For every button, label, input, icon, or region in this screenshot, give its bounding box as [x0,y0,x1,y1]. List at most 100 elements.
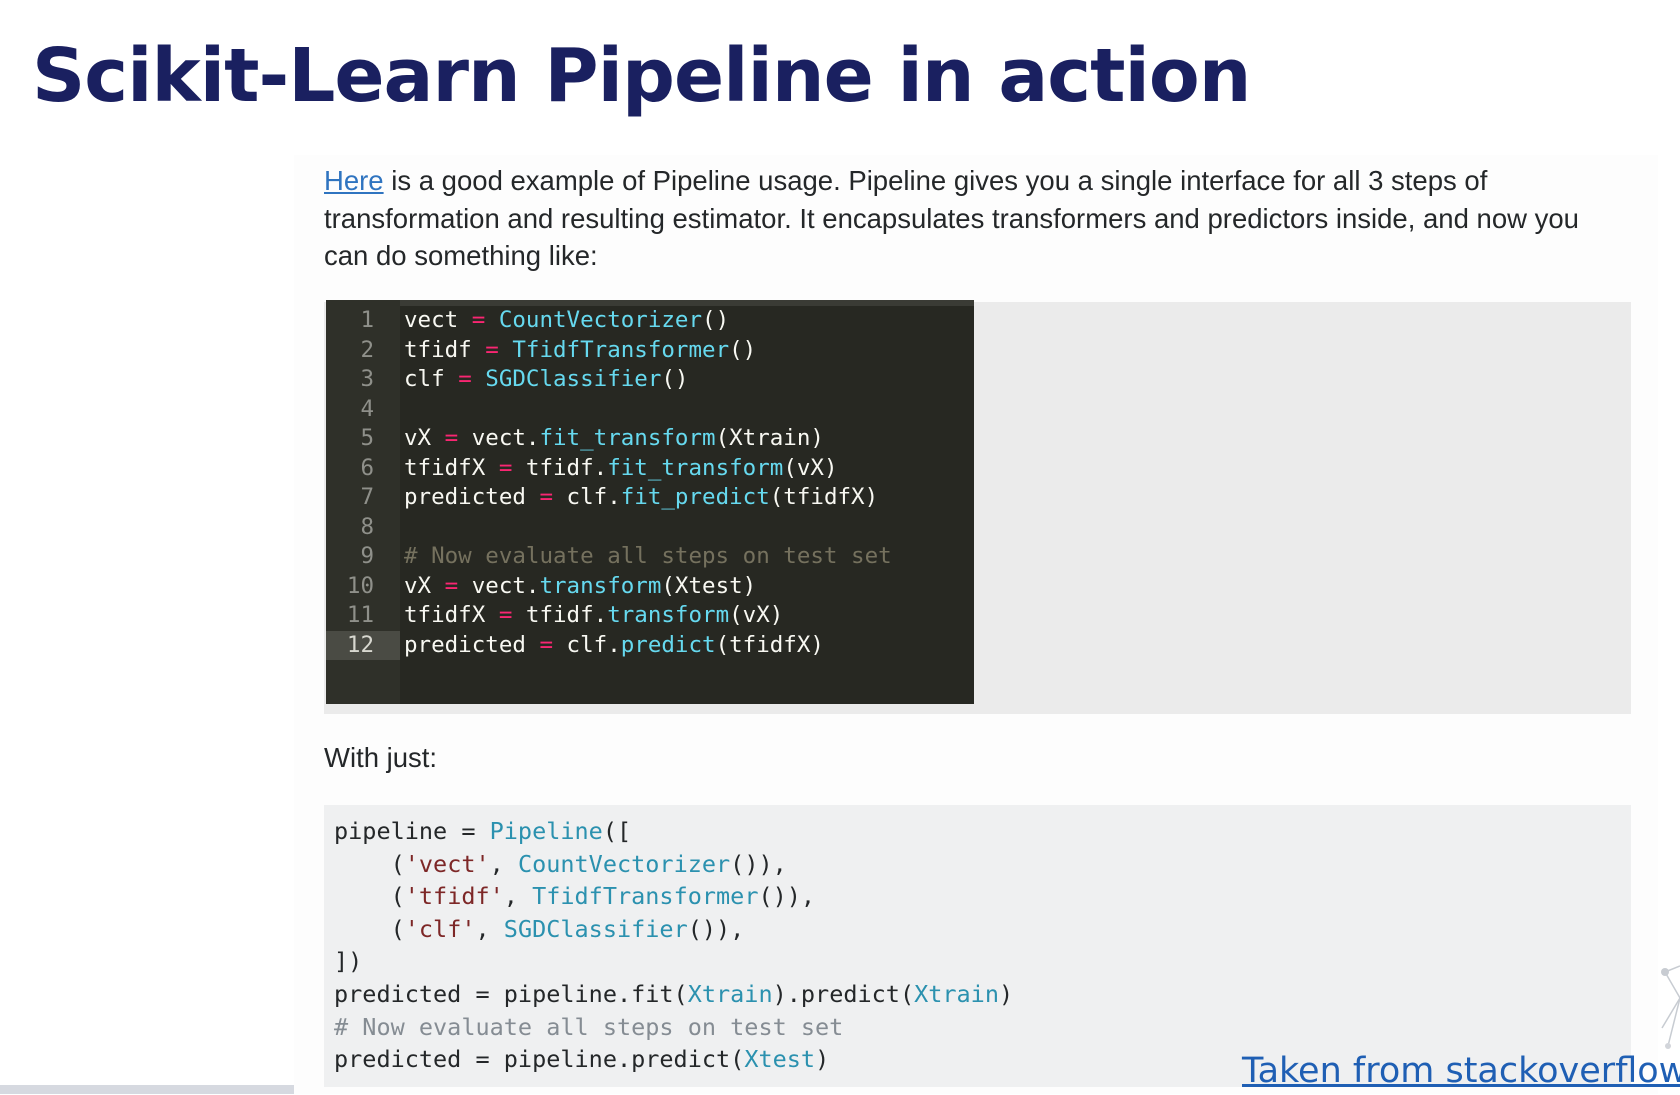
code-text: vX = vect.transform(Xtest) [404,572,756,602]
line-number: 10 [346,572,374,599]
code-token: fit_transform [539,425,716,451]
code-token: vect [404,307,472,333]
with-just-text: With just: [324,742,438,773]
slide-title: Scikit-Learn Pipeline in action [32,33,1251,119]
code-token: # Now evaluate all steps on test set [404,543,892,569]
code-text: predicted = clf.fit_predict(tfidfX) [404,483,878,513]
line-number: 3 [360,366,374,392]
code-token: TfidfTransformer [512,336,730,363]
editor-code-line: 11 tfidfX = tfidf.transform(vX) [326,601,974,631]
code-token: , [475,914,504,943]
code-token: (Xtrain) [715,425,824,451]
code-text: clf = SGDClassifier() [404,365,688,395]
code-token: () [661,366,689,392]
code-text: # Now evaluate all steps on test set [404,542,892,572]
editor-code-line: 10 vX = vect.transform(Xtest) [326,572,974,602]
code-token: predicted [404,484,540,510]
code-token: TfidfTransformer [532,882,759,911]
code-editor: 1 vect = CountVectorizer() 2 tfidf = TfidfT… [326,300,974,704]
code-token: ()), [730,849,787,878]
code-token: ) [998,979,1014,1008]
line-number: 8 [360,513,374,540]
code-token: = [539,484,554,510]
code-token: ( [334,849,405,878]
code-text: tfidfX = tfidf.transform(vX) [404,601,783,631]
code-token: CountVectorizer [517,849,731,878]
code-text: tfidfX = tfidf.fit_transform(vX) [404,454,838,484]
line-number: 9 [360,543,374,569]
code-token: predicted = pipeline.fit( [334,979,688,1008]
code-text: tfidf = TfidfTransformer() [404,336,756,366]
code-token: transform [539,572,662,599]
line-number: 6 [360,454,374,481]
code-token: (tfidfX) [769,484,879,510]
code-token: (vX) [729,602,784,628]
editor-code-line: 2 tfidf = TfidfTransformer() [326,336,974,366]
code-token: vX [404,572,445,599]
line-number: 2 [360,336,374,363]
code-text: vect = CountVectorizer() [404,306,729,336]
line-number: 12 [326,630,400,660]
code-token: transform [607,602,730,628]
editor-code-line: 1 vect = CountVectorizer() [326,306,974,336]
code-token: fit_predict [620,484,770,510]
code-token: = [498,602,513,628]
editor-code-line: 7 predicted = clf.fit_predict(tfidfX) [326,483,974,513]
code-token: predicted [404,631,540,658]
line-number: 11 [346,602,374,628]
pipeline-code-line: ('tfidf', TfidfTransformer()), [334,880,1013,913]
editor-code-line: 4 [326,395,974,425]
here-link[interactable]: Here [324,165,384,196]
code-token: = [539,631,554,658]
code-token: 'clf' [404,914,476,943]
code-token: # Now evaluate all steps on test set [334,1012,844,1041]
code-token: fit_transform [607,454,784,481]
intro-paragraph: Here is a good example of Pipeline usage… [324,162,1624,275]
code-text: predicted = clf.predict(tfidfX) [404,631,824,661]
code-token: tfidf. [512,602,608,628]
footer-bar [0,1085,294,1094]
pipeline-code-line: ]) [334,945,1013,978]
code-token: predict [620,631,716,658]
code-token: predicted = pipeline.predict( [334,1045,745,1074]
code-token: , [503,882,533,911]
code-token: ( [334,914,405,943]
code-token: vect. [458,572,540,599]
network-decoration-icon [1661,965,1680,1049]
code-token: = [471,307,486,333]
pipeline-code-line: # Now evaluate all steps on test set [334,1011,1013,1044]
code-token: Xtrain [914,979,999,1008]
code-token: tfidf. [512,454,608,481]
code-token: 'vect' [404,849,490,878]
code-token: 'tfidf' [404,882,504,911]
code-token: ) [815,1045,830,1074]
code-token: = [485,336,499,363]
editor-code-line: 12 predicted = clf.predict(tfidfX) [326,630,974,661]
code-token: = [444,425,459,451]
code-token: tfidfX [404,602,499,628]
stackoverflow-source-link[interactable]: Taken from stackoverflow [1242,1047,1680,1095]
code-token: ()), [687,914,745,943]
code-token: ()), [758,882,816,911]
code-token: (Xtest) [661,572,757,599]
editor-code-lines: 1 vect = CountVectorizer() 2 tfidf = TfidfT… [326,306,974,660]
pipeline-code-block: pipeline = Pipeline([ ('vect', CountVect… [324,805,1631,1087]
editor-code-line: 9 # Now evaluate all steps on test set [326,542,974,572]
code-token: vX [404,425,445,451]
line-number: 1 [360,307,374,333]
pipeline-code-line: predicted = pipeline.fit(Xtrain).predict… [334,978,1013,1011]
code-token: clf. [553,484,621,510]
code-token: (tfidfX) [715,631,824,658]
code-token: , [489,849,518,878]
editor-code-line: 5 vX = vect.fit_transform(Xtrain) [326,424,974,454]
code-token: CountVectorizer [498,307,703,333]
pipeline-code-line: ('vect', CountVectorizer()), [334,848,1013,881]
code-token: Xtrain [687,979,773,1008]
code-token: ([ [602,817,632,845]
pipeline-code-line: ('clf', SGDClassifier()), [334,913,1013,946]
editor-code-line: 6 tfidfX = tfidf.fit_transform(vX) [326,454,974,484]
line-number: 7 [360,484,374,510]
code-token: ( [334,882,405,911]
